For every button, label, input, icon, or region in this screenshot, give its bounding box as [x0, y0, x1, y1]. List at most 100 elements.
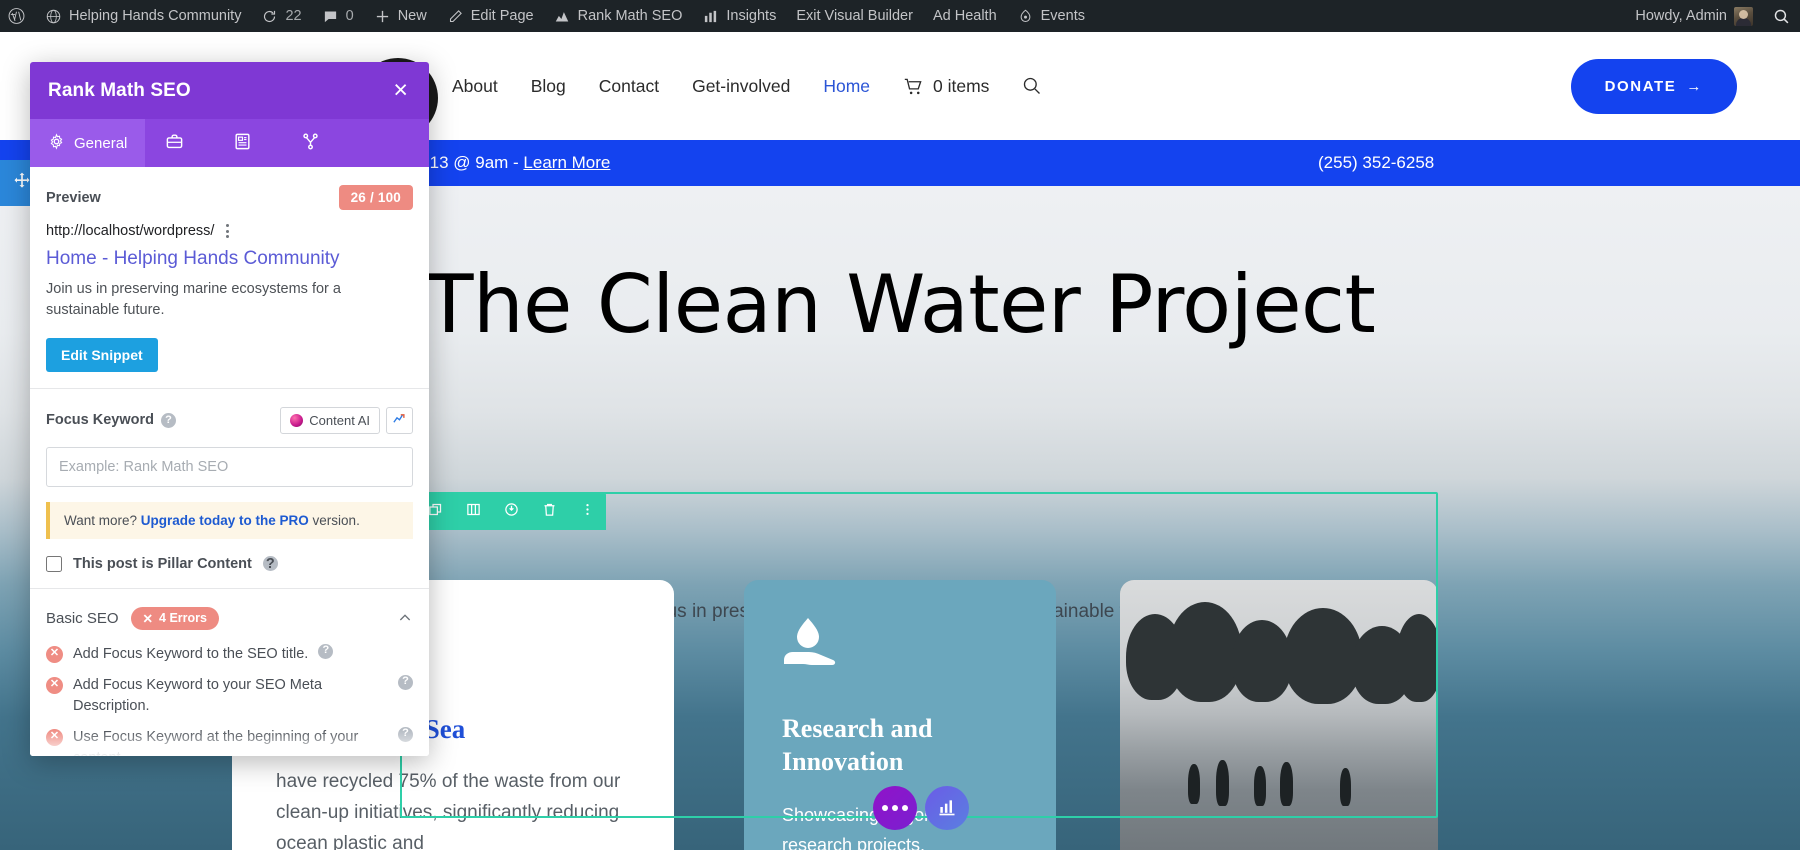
- rank-math-body[interactable]: Preview 26 / 100 http://localhost/wordpr…: [30, 167, 429, 756]
- adminbar-howdy-label: Howdy, Admin: [1635, 8, 1727, 24]
- error-icon: ✕: [46, 728, 63, 746]
- card-body: have recycled 75% of the waste from our …: [276, 771, 621, 850]
- kebab-menu-icon[interactable]: [226, 224, 230, 238]
- content-ai-icon: [290, 413, 304, 427]
- errors-count-label: 4 Errors: [159, 611, 207, 626]
- pro-upgrade-notice: Want more? Upgrade today to the PRO vers…: [46, 501, 413, 539]
- tab-schema[interactable]: [213, 119, 281, 167]
- comments-count: 0: [345, 8, 354, 24]
- close-icon[interactable]: ×: [389, 78, 412, 103]
- updates-count: 22: [285, 8, 302, 24]
- phone-number[interactable]: (255) 352-6258: [1318, 153, 1434, 173]
- nav-item-about[interactable]: About: [452, 76, 498, 97]
- nav-item-contact[interactable]: Contact: [599, 76, 659, 97]
- seo-score-badge: 26 / 100: [338, 185, 413, 210]
- basic-seo-check-list: ✕ Add Focus Keyword to the SEO title. ? …: [46, 643, 413, 756]
- basic-seo-header[interactable]: Basic SEO ✕ 4 Errors: [46, 606, 413, 630]
- preview-label: Preview: [46, 189, 101, 206]
- schema-icon: [233, 132, 252, 155]
- tab-social[interactable]: [281, 119, 349, 167]
- nav-item-blog[interactable]: Blog: [531, 76, 566, 97]
- adminbar-item-events[interactable]: Events: [1007, 0, 1095, 32]
- ellipsis-icon: [882, 805, 908, 811]
- focus-keyword-label-group: Focus Keyword ?: [46, 412, 176, 428]
- donate-button[interactable]: DONATE →: [1570, 59, 1737, 114]
- site-search-icon[interactable]: [1022, 76, 1042, 96]
- divi-stats-fab[interactable]: [925, 786, 969, 830]
- tab-general[interactable]: General: [30, 119, 146, 167]
- focus-keyword-input[interactable]: [46, 446, 413, 487]
- adminbar-item-comments[interactable]: 0: [312, 0, 364, 32]
- tab-advanced[interactable]: [145, 119, 213, 167]
- adminbar-insights-label: Insights: [726, 8, 777, 24]
- error-icon: ✕: [46, 645, 63, 663]
- divi-row-toolbar: [416, 492, 606, 530]
- divi-menu-fab[interactable]: [873, 786, 917, 830]
- help-icon[interactable]: ?: [398, 674, 413, 690]
- divi-delete-button[interactable]: [530, 492, 568, 530]
- stats-icon: [937, 797, 957, 820]
- content-ai-button[interactable]: Content AI: [280, 406, 380, 434]
- adminbar-item-site-name[interactable]: Helping Hands Community: [35, 0, 251, 32]
- adminbar-ad-health-label: Ad Health: [932, 8, 997, 24]
- check-item: ✕ Add Focus Keyword to your SEO Meta Des…: [46, 674, 413, 717]
- help-icon[interactable]: ?: [262, 556, 278, 572]
- google-trends-button[interactable]: [386, 406, 413, 434]
- help-icon[interactable]: ?: [160, 412, 176, 428]
- donate-label: DONATE: [1604, 78, 1677, 95]
- card-photo: [1120, 580, 1438, 850]
- updates-icon: [261, 8, 278, 25]
- check-item: ✕ Add Focus Keyword to the SEO title. ?: [46, 643, 413, 665]
- adminbar-item-my-account[interactable]: Howdy, Admin: [1625, 0, 1763, 32]
- adminbar-item-edit-page[interactable]: Edit Page: [437, 0, 544, 32]
- adminbar-item-wordpress[interactable]: [0, 0, 35, 32]
- pillar-content-row[interactable]: This post is Pillar Content ?: [46, 555, 413, 572]
- nav-item-get-involved[interactable]: Get-involved: [692, 76, 790, 97]
- adminbar-item-rank-math-seo[interactable]: Rank Math SEO: [544, 0, 693, 32]
- help-icon[interactable]: ?: [398, 726, 413, 742]
- trends-icon: [392, 411, 407, 429]
- cart-link[interactable]: 0 items: [903, 76, 989, 97]
- adminbar-item-new[interactable]: New: [364, 0, 437, 32]
- help-icon[interactable]: ?: [318, 643, 334, 659]
- x-mark-icon: ✕: [142, 611, 154, 626]
- error-icon: ✕: [46, 676, 63, 694]
- check-item-text: Use Focus Keyword at the beginning of yo…: [73, 728, 359, 756]
- briefcase-icon: [165, 132, 184, 155]
- divi-columns-button[interactable]: [454, 492, 492, 530]
- wordpress-icon: [8, 8, 25, 25]
- focus-keyword-header: Focus Keyword ? Content AI: [46, 406, 413, 434]
- pencil-icon: [447, 8, 464, 25]
- nav-item-home[interactable]: Home: [823, 76, 870, 97]
- adminbar-item-search[interactable]: [1763, 0, 1800, 32]
- edit-snippet-button[interactable]: Edit Snippet: [46, 337, 158, 372]
- preview-header: Preview 26 / 100: [46, 185, 413, 210]
- cart-icon: [903, 77, 924, 96]
- chevron-up-icon[interactable]: [397, 610, 413, 626]
- rank-math-header: Rank Math SEO ×: [30, 62, 429, 119]
- focus-keyword-label: Focus Keyword: [46, 412, 154, 429]
- adminbar-item-insights[interactable]: Insights: [692, 0, 786, 32]
- focus-keyword-section: Focus Keyword ? Content AI Example: Rank…: [30, 389, 429, 589]
- site-icon: [45, 8, 62, 25]
- duplicate-icon: [428, 502, 443, 520]
- panel-title: Rank Math SEO: [48, 79, 191, 101]
- bar-chart-icon: [702, 8, 719, 25]
- upgrade-pro-link[interactable]: Upgrade today to the PRO: [141, 513, 309, 528]
- learn-more-link[interactable]: Learn More: [523, 153, 610, 172]
- trash-icon: [542, 502, 557, 520]
- adminbar-item-exit-visual-builder[interactable]: Exit Visual Builder: [786, 0, 923, 32]
- adminbar-item-updates[interactable]: 22: [251, 0, 311, 32]
- divi-more-button[interactable]: [568, 492, 606, 530]
- basic-seo-section: Basic SEO ✕ 4 Errors ✕ Add Focus Keyword…: [30, 589, 429, 756]
- divi-floating-actions: [873, 786, 969, 830]
- card-heading: Research and Innovation: [782, 714, 933, 776]
- more-vertical-icon: [580, 502, 595, 520]
- pillar-content-checkbox[interactable]: [46, 555, 62, 572]
- adminbar-item-ad-health[interactable]: Ad Health: [923, 0, 1007, 32]
- toggle-power-icon: [504, 502, 519, 520]
- screen: Helping Hands Community 22 0 New Edit Pa…: [0, 0, 1800, 850]
- primary-nav: About Blog Contact Get-involved Home 0 i…: [452, 32, 1042, 140]
- divi-toggle-button[interactable]: [492, 492, 530, 530]
- adminbar-new-label: New: [397, 8, 427, 24]
